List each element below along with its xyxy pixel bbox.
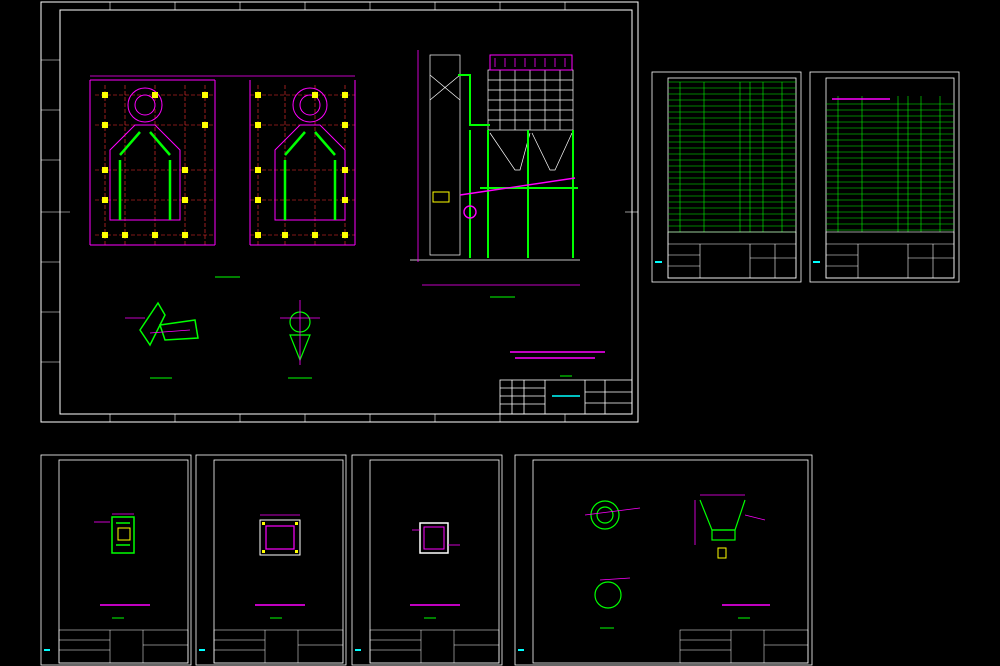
cad-drawing-canvas <box>0 0 1000 666</box>
